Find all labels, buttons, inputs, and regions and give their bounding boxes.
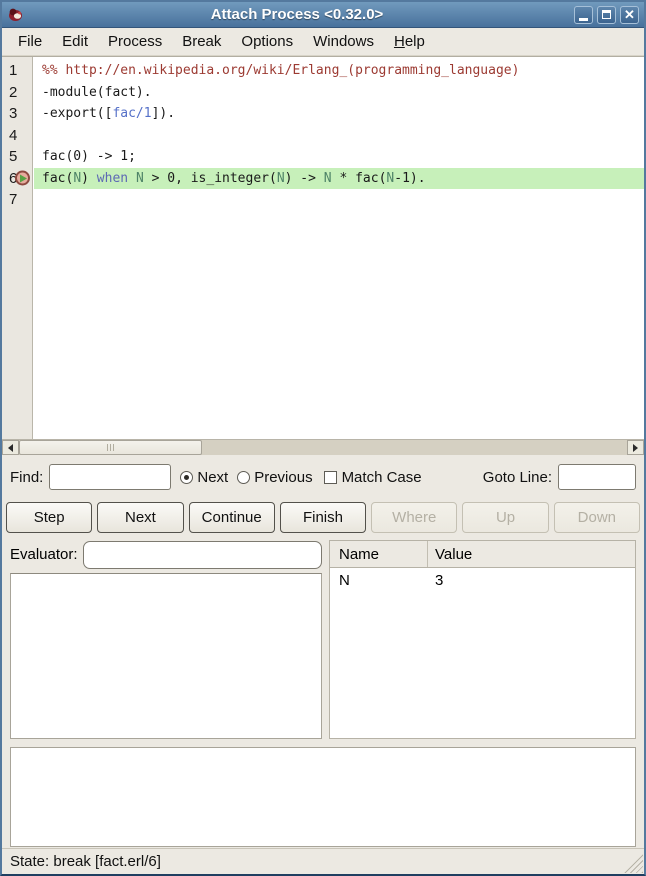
scroll-left-button[interactable]	[2, 440, 19, 455]
status-text: State: break [fact.erl/6]	[10, 853, 161, 870]
code-line[interactable]: 7	[2, 189, 644, 211]
code-line[interactable]: 4	[2, 125, 644, 147]
left-arrow-icon	[8, 444, 13, 452]
code-text: -module(fact).	[34, 82, 644, 104]
thumb-grip	[110, 444, 111, 451]
code-line[interactable]: 6fac(N) when N > 0, is_integer(N) -> N *…	[2, 168, 644, 190]
direction-next-label: Next	[197, 469, 228, 486]
code-text	[34, 189, 644, 211]
app-icon	[7, 6, 24, 23]
thumb-grip	[107, 444, 108, 451]
menu-item-options[interactable]: Options	[231, 30, 303, 53]
line-number: 1	[2, 60, 34, 82]
current-line-breakpoint-icon	[15, 171, 30, 186]
evaluator-label: Evaluator:	[10, 546, 78, 563]
scroll-right-button[interactable]	[627, 440, 644, 455]
variable-row[interactable]: N3	[330, 568, 635, 592]
variable-name: N	[330, 572, 428, 589]
code-lines: 1%% http://en.wikipedia.org/wiki/Erlang_…	[2, 57, 644, 211]
variables-header: Name Value	[330, 541, 635, 568]
scrollbar-trough[interactable]	[202, 440, 627, 455]
close-icon: ✕	[624, 8, 635, 21]
variables-table: Name Value N3	[329, 540, 636, 739]
next-button[interactable]: Next	[97, 502, 183, 533]
match-case-checkbox[interactable]	[324, 471, 337, 484]
step-button[interactable]: Step	[6, 502, 92, 533]
source-code-view[interactable]: 1%% http://en.wikipedia.org/wiki/Erlang_…	[2, 56, 644, 439]
window-title: Attach Process <0.32.0>	[24, 6, 570, 23]
find-input[interactable]	[49, 464, 171, 490]
code-text	[34, 125, 644, 147]
menu-item-windows[interactable]: Windows	[303, 30, 384, 53]
code-text: fac(N) when N > 0, is_integer(N) -> N * …	[34, 168, 644, 190]
maximize-button[interactable]	[597, 6, 616, 24]
up-button: Up	[462, 502, 548, 533]
thumb-grip	[113, 444, 114, 451]
menu-item-help[interactable]: Help	[384, 30, 435, 53]
line-number: 7	[2, 189, 34, 211]
debug-buttons-row: StepNextContinueFinishWhereUpDown	[2, 499, 644, 535]
line-number: 4	[2, 125, 34, 147]
attach-process-window: Attach Process <0.32.0> ✕ FileEditProces…	[0, 0, 646, 876]
trace-pane[interactable]	[10, 747, 636, 847]
middle-panes: Evaluator: Name Value N3	[2, 535, 644, 739]
goto-line-label: Goto Line:	[483, 469, 552, 486]
goto-line-input[interactable]	[558, 464, 636, 490]
minimize-button[interactable]	[574, 6, 593, 24]
finish-button[interactable]: Finish	[280, 502, 366, 533]
resize-grip-icon[interactable]	[623, 853, 643, 873]
where-button: Where	[371, 502, 457, 533]
evaluator-column: Evaluator:	[10, 540, 322, 739]
code-line[interactable]: 2-module(fact).	[2, 82, 644, 104]
find-bar: Find: Next Previous Match Case Goto Line…	[2, 455, 644, 499]
down-button: Down	[554, 502, 640, 533]
code-line[interactable]: 3-export([fac/1]).	[2, 103, 644, 125]
trace-area	[2, 739, 644, 847]
code-text: fac(0) -> 1;	[34, 146, 644, 168]
continue-button[interactable]: Continue	[189, 502, 275, 533]
menu-item-edit[interactable]: Edit	[52, 30, 98, 53]
status-bar: State: break [fact.erl/6]	[2, 848, 644, 874]
name-column-header: Name	[330, 541, 428, 567]
evaluator-row: Evaluator:	[10, 540, 322, 569]
right-arrow-icon	[633, 444, 638, 452]
menu-item-process[interactable]: Process	[98, 30, 172, 53]
evaluator-input[interactable]	[83, 541, 322, 569]
direction-next-radio[interactable]	[180, 471, 193, 484]
match-case-label: Match Case	[342, 469, 422, 486]
code-line[interactable]: 5fac(0) -> 1;	[2, 146, 644, 168]
direction-previous-label: Previous	[254, 469, 312, 486]
line-number: 5	[2, 146, 34, 168]
scrollbar-thumb[interactable]	[19, 440, 202, 455]
maximize-icon	[602, 10, 611, 19]
menu-item-break[interactable]: Break	[172, 30, 231, 53]
variables-body[interactable]: N3	[330, 568, 635, 738]
line-number: 2	[2, 82, 34, 104]
minimize-icon	[579, 18, 588, 21]
menu-bar: FileEditProcessBreakOptionsWindowsHelp	[2, 28, 644, 56]
horizontal-scrollbar[interactable]	[2, 439, 644, 455]
direction-previous-radio[interactable]	[237, 471, 250, 484]
value-column-header: Value	[428, 546, 635, 563]
code-text: %% http://en.wikipedia.org/wiki/Erlang_(…	[34, 60, 644, 82]
evaluator-output-pane[interactable]	[10, 573, 322, 739]
code-line[interactable]: 1%% http://en.wikipedia.org/wiki/Erlang_…	[2, 60, 644, 82]
variable-value: 3	[428, 572, 635, 589]
title-bar[interactable]: Attach Process <0.32.0> ✕	[2, 2, 644, 28]
find-label: Find:	[10, 469, 43, 486]
menu-item-file[interactable]: File	[8, 30, 52, 53]
code-text: -export([fac/1]).	[34, 103, 644, 125]
line-number: 3	[2, 103, 34, 125]
close-button[interactable]: ✕	[620, 6, 639, 24]
